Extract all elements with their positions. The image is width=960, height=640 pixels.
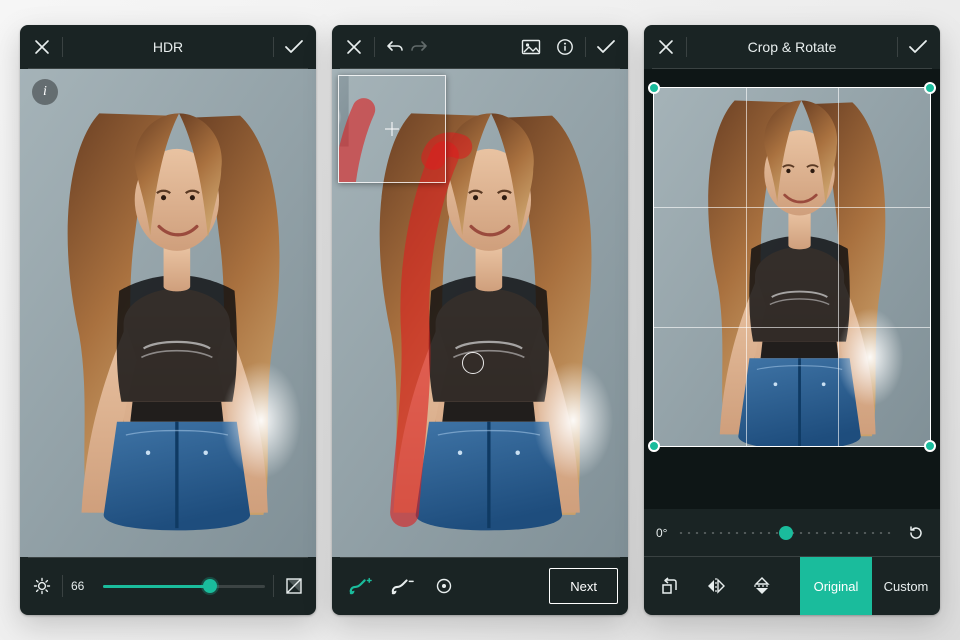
divider <box>62 37 63 57</box>
image-canvas[interactable] <box>644 69 940 509</box>
angle-slider[interactable] <box>677 525 894 541</box>
image-icon[interactable] <box>519 35 543 59</box>
divider <box>273 37 274 57</box>
brush-size-icon[interactable] <box>432 574 456 598</box>
screen-title: HDR <box>71 39 265 55</box>
info-icon[interactable] <box>553 35 577 59</box>
crop-handle-bl[interactable] <box>648 440 660 452</box>
brightness-slider[interactable] <box>103 576 265 596</box>
tab-original[interactable]: Original <box>800 557 872 615</box>
undo-icon[interactable] <box>383 35 407 59</box>
screen-title: Crop & Rotate <box>695 39 889 55</box>
crop-frame[interactable] <box>653 87 931 448</box>
brush-selection-screen: Next <box>332 25 628 615</box>
confirm-icon[interactable] <box>282 35 306 59</box>
brush-add-icon[interactable] <box>348 574 372 598</box>
close-icon[interactable] <box>654 35 678 59</box>
crop-rotate-screen: Crop & Rotate 0° <box>644 25 940 615</box>
bottom-toolbar: Next <box>332 557 628 615</box>
close-icon[interactable] <box>30 35 54 59</box>
redo-icon[interactable] <box>407 35 431 59</box>
crosshair-icon <box>385 122 399 136</box>
crop-handle-tr[interactable] <box>924 82 936 94</box>
rotate-90-icon[interactable] <box>658 574 682 598</box>
brush-subtract-icon[interactable] <box>390 574 414 598</box>
top-bar: HDR <box>20 25 316 69</box>
reset-angle-icon[interactable] <box>904 521 928 545</box>
image-canvas[interactable] <box>20 69 316 557</box>
mode-row: Original Custom <box>644 557 940 615</box>
photo <box>20 69 316 557</box>
info-icon[interactable]: i <box>32 79 58 105</box>
image-canvas[interactable] <box>332 69 628 557</box>
top-bar <box>332 25 628 69</box>
flip-horizontal-icon[interactable] <box>704 574 728 598</box>
crop-handle-tl[interactable] <box>648 82 660 94</box>
next-button[interactable]: Next <box>549 568 618 604</box>
close-icon[interactable] <box>342 35 366 59</box>
compare-original-icon[interactable] <box>282 574 306 598</box>
crop-controls: 0° <box>644 509 940 615</box>
flip-vertical-icon[interactable] <box>750 574 774 598</box>
angle-value: 0° <box>656 526 667 540</box>
brightness-icon[interactable] <box>30 574 54 598</box>
tab-custom[interactable]: Custom <box>872 557 940 615</box>
confirm-icon[interactable] <box>906 35 930 59</box>
brightness-value: 66 <box>71 579 95 593</box>
top-bar: Crop & Rotate <box>644 25 940 69</box>
crop-handle-br[interactable] <box>924 440 936 452</box>
zoom-preview <box>338 75 446 183</box>
angle-row: 0° <box>644 509 940 557</box>
confirm-icon[interactable] <box>594 35 618 59</box>
hdr-editor-screen: HDR i 66 <box>20 25 316 615</box>
bottom-bar: 66 <box>20 557 316 615</box>
